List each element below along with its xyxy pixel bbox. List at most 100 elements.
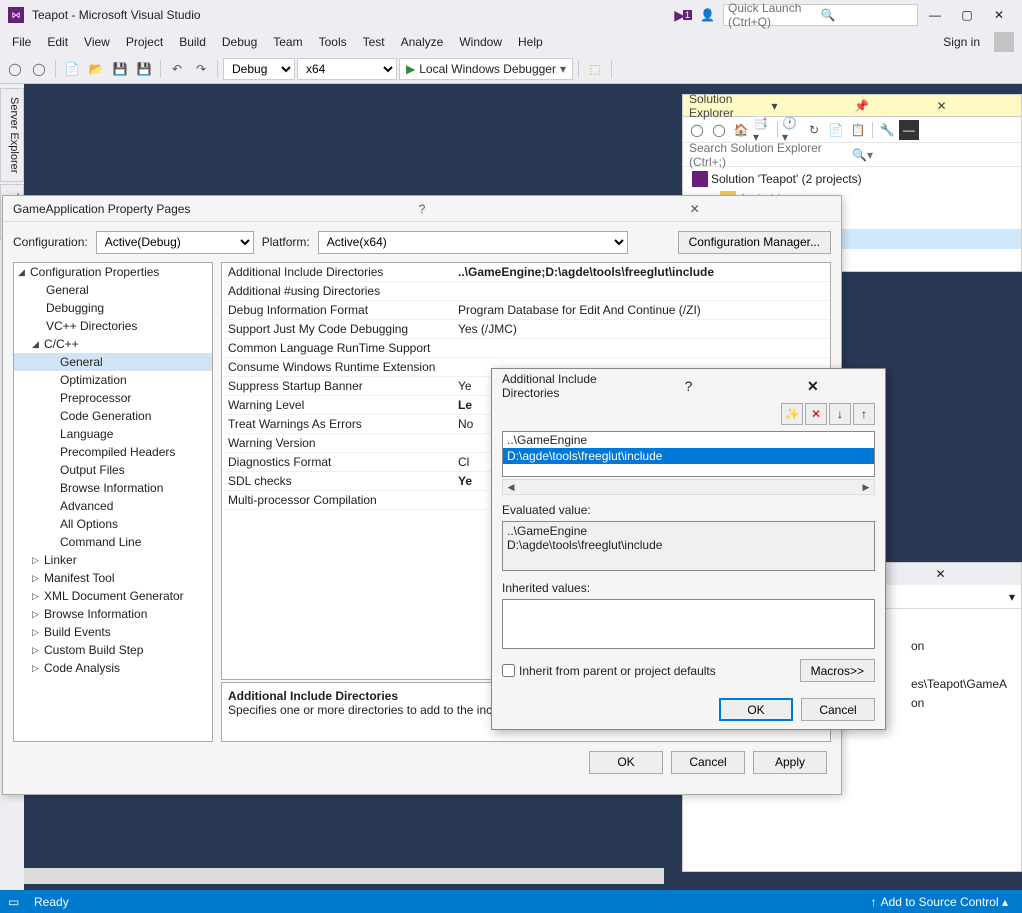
- tree-general[interactable]: General: [14, 281, 212, 299]
- collapse-button[interactable]: 📄: [826, 120, 846, 140]
- configuration-select[interactable]: Active(Debug): [96, 231, 254, 254]
- solution-search-input[interactable]: Search Solution Explorer (Ctrl+;) 🔍▾: [683, 143, 1021, 167]
- maximize-button[interactable]: ▢: [952, 5, 982, 25]
- tree-cpp-browse[interactable]: Browse Information: [14, 479, 212, 497]
- tree-cpp-pch[interactable]: Precompiled Headers: [14, 443, 212, 461]
- preview-button[interactable]: —: [899, 120, 919, 140]
- undo-button[interactable]: ↶: [166, 58, 188, 80]
- tree-cpp-optimization[interactable]: Optimization: [14, 371, 212, 389]
- menu-help[interactable]: Help: [510, 32, 551, 52]
- menu-test[interactable]: Test: [355, 32, 393, 52]
- dropdown-icon[interactable]: ▾: [772, 99, 851, 113]
- scope-button[interactable]: 📑▾: [753, 120, 773, 140]
- tree-cpp-alloptions[interactable]: All Options: [14, 515, 212, 533]
- menu-tools[interactable]: Tools: [311, 32, 355, 52]
- directories-list[interactable]: ..\GameEngine D:\agde\tools\freeglut\inc…: [502, 431, 875, 477]
- close-panel-icon[interactable]: ✕: [937, 99, 1016, 113]
- menu-window[interactable]: Window: [451, 32, 510, 52]
- pin-icon[interactable]: 📌: [854, 99, 933, 113]
- menu-edit[interactable]: Edit: [39, 32, 76, 52]
- tree-cpp[interactable]: ◢C/C++: [14, 335, 212, 353]
- move-down-button[interactable]: ↓: [829, 403, 851, 425]
- cancel-button[interactable]: Cancel: [801, 698, 875, 721]
- flag-icon[interactable]: ▶1: [674, 7, 692, 24]
- output-icon[interactable]: ▭: [8, 895, 22, 909]
- grid-row[interactable]: Common Language RunTime Support: [222, 339, 830, 358]
- help-button[interactable]: ?: [626, 378, 750, 394]
- help-button[interactable]: ?: [286, 202, 559, 216]
- menu-file[interactable]: File: [4, 32, 39, 52]
- extension-button[interactable]: ⬚: [584, 58, 606, 80]
- list-item[interactable]: ..\GameEngine: [503, 432, 874, 448]
- refresh-button[interactable]: ↻: [804, 120, 824, 140]
- macros-button[interactable]: Macros>>: [800, 659, 875, 682]
- tree-vcdirs[interactable]: VC++ Directories: [14, 317, 212, 335]
- move-up-button[interactable]: ↑: [853, 403, 875, 425]
- sync-button[interactable]: 🕐▾: [782, 120, 802, 140]
- minimize-button[interactable]: —: [920, 5, 950, 25]
- apply-button[interactable]: Apply: [753, 751, 827, 774]
- configuration-manager-button[interactable]: Configuration Manager...: [678, 231, 831, 254]
- nav-forward-button[interactable]: ◯: [28, 58, 50, 80]
- tree-cpp-language[interactable]: Language: [14, 425, 212, 443]
- menu-debug[interactable]: Debug: [214, 32, 265, 52]
- close-icon[interactable]: ✕: [936, 567, 1016, 581]
- back-button[interactable]: ◯: [687, 120, 707, 140]
- grid-row[interactable]: Additional Include Directories..\GameEng…: [222, 263, 830, 282]
- inherit-checkbox[interactable]: Inherit from parent or project defaults: [502, 664, 716, 678]
- forward-button[interactable]: ◯: [709, 120, 729, 140]
- properties-button[interactable]: 🔧: [877, 120, 897, 140]
- feedback-icon[interactable]: 👤: [700, 8, 715, 22]
- tree-cpp-general[interactable]: General: [14, 353, 212, 371]
- quick-launch-input[interactable]: Quick Launch (Ctrl+Q) 🔍: [723, 4, 918, 26]
- tree-browse[interactable]: ▷Browse Information: [14, 605, 212, 623]
- list-scrollbar[interactable]: ◀▶: [502, 479, 875, 495]
- tree-cpp-preprocessor[interactable]: Preprocessor: [14, 389, 212, 407]
- menu-project[interactable]: Project: [118, 32, 171, 52]
- tree-xml[interactable]: ▷XML Document Generator: [14, 587, 212, 605]
- new-line-button[interactable]: ✨: [781, 403, 803, 425]
- delete-button[interactable]: ✕: [805, 403, 827, 425]
- start-debug-button[interactable]: ▶ Local Windows Debugger ▾: [399, 58, 573, 80]
- close-button[interactable]: ✕: [751, 378, 875, 395]
- dialog-close-button[interactable]: ✕: [558, 202, 831, 216]
- tree-customstep[interactable]: ▷Custom Build Step: [14, 641, 212, 659]
- tree-cpp-advanced[interactable]: Advanced: [14, 497, 212, 515]
- close-button[interactable]: ✕: [984, 5, 1014, 25]
- save-all-button[interactable]: 💾: [133, 58, 155, 80]
- tree-cpp-output[interactable]: Output Files: [14, 461, 212, 479]
- tree-cpp-cmdline[interactable]: Command Line: [14, 533, 212, 551]
- source-control-button[interactable]: ↑Add to Source Control ▴: [865, 895, 1014, 909]
- tree-debugging[interactable]: Debugging: [14, 299, 212, 317]
- tree-buildevents[interactable]: ▷Build Events: [14, 623, 212, 641]
- grid-row[interactable]: Support Just My Code DebuggingYes (/JMC): [222, 320, 830, 339]
- user-icon[interactable]: [994, 32, 1014, 52]
- list-item[interactable]: D:\agde\tools\freeglut\include: [503, 448, 874, 464]
- platform-select[interactable]: Active(x64): [318, 231, 628, 254]
- menu-view[interactable]: View: [76, 32, 118, 52]
- grid-row[interactable]: Debug Information FormatProgram Database…: [222, 301, 830, 320]
- ok-button[interactable]: OK: [589, 751, 663, 774]
- configuration-select[interactable]: Debug: [223, 58, 295, 80]
- tree-cpp-codegen[interactable]: Code Generation: [14, 407, 212, 425]
- save-button[interactable]: 💾: [109, 58, 131, 80]
- open-file-button[interactable]: 📂: [85, 58, 107, 80]
- redo-button[interactable]: ↷: [190, 58, 212, 80]
- nav-back-button[interactable]: ◯: [4, 58, 26, 80]
- tree-manifest[interactable]: ▷Manifest Tool: [14, 569, 212, 587]
- show-all-button[interactable]: 📋: [848, 120, 868, 140]
- tree-codeanalysis[interactable]: ▷Code Analysis: [14, 659, 212, 677]
- solution-node[interactable]: Solution 'Teapot' (2 projects): [683, 169, 1021, 189]
- menu-build[interactable]: Build: [171, 32, 214, 52]
- grid-row[interactable]: Additional #using Directories: [222, 282, 830, 301]
- menu-team[interactable]: Team: [265, 32, 310, 52]
- sign-in-link[interactable]: Sign in: [935, 32, 988, 52]
- cancel-button[interactable]: Cancel: [671, 751, 745, 774]
- horizontal-scrollbar[interactable]: [24, 868, 664, 884]
- tree-config-props[interactable]: ◢Configuration Properties: [14, 263, 212, 281]
- home-button[interactable]: 🏠: [731, 120, 751, 140]
- menu-analyze[interactable]: Analyze: [393, 32, 452, 52]
- platform-select[interactable]: x64: [297, 58, 397, 80]
- ok-button[interactable]: OK: [719, 698, 793, 721]
- server-explorer-tab[interactable]: Server Explorer: [0, 88, 24, 182]
